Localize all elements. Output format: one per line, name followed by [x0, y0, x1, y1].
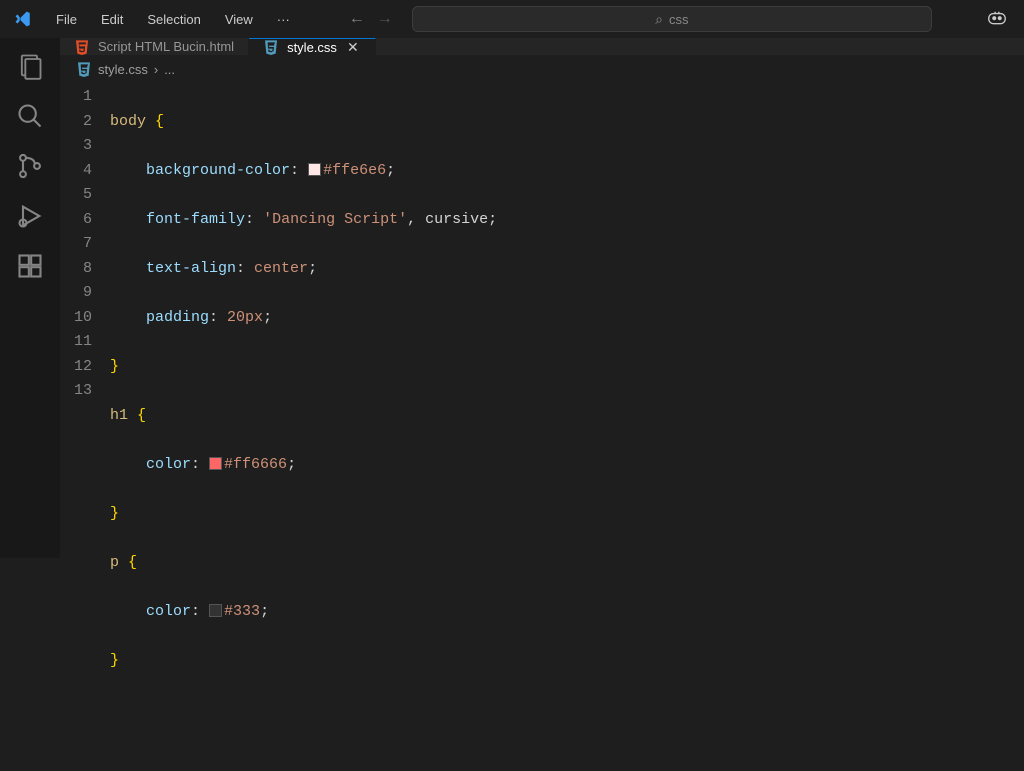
color-swatch-icon[interactable] [209, 604, 222, 617]
source-control-icon[interactable] [16, 152, 44, 180]
line-number: 11 [60, 330, 92, 355]
line-number: 7 [60, 232, 92, 257]
line-number: 6 [60, 208, 92, 233]
breadcrumb-file: style.css [98, 62, 148, 77]
tab-label: Script HTML Bucin.html [98, 39, 234, 54]
code-content[interactable]: body { background-color: #ffe6e6; font-f… [110, 85, 1024, 771]
line-number: 5 [60, 183, 92, 208]
chevron-right-icon: › [154, 62, 158, 77]
search-icon: ⌕ [655, 11, 663, 28]
menu-view[interactable]: View [215, 8, 263, 31]
css3-file-icon [76, 61, 92, 77]
vscode-logo-icon [14, 10, 32, 28]
explorer-icon[interactable] [16, 52, 44, 80]
copilot-icon[interactable] [986, 9, 1008, 29]
menu-edit[interactable]: Edit [91, 8, 133, 31]
extensions-icon[interactable] [16, 252, 44, 280]
breadcrumb[interactable]: style.css › ... [60, 55, 1024, 83]
line-number: 8 [60, 257, 92, 282]
menu-overflow[interactable]: ··· [267, 8, 300, 31]
line-number: 2 [60, 110, 92, 135]
color-swatch-icon[interactable] [308, 163, 321, 176]
line-number: 1 [60, 85, 92, 110]
color-swatch-icon[interactable] [209, 457, 222, 470]
tabs-bar: Script HTML Bucin.html style.css ✕ [60, 38, 1024, 55]
line-number-gutter: 1 2 3 4 5 6 7 8 9 10 11 12 13 [60, 85, 110, 771]
line-number: 3 [60, 134, 92, 159]
line-number: 4 [60, 159, 92, 184]
tab-html-file[interactable]: Script HTML Bucin.html [60, 38, 249, 55]
line-number: 9 [60, 281, 92, 306]
nav-forward-icon[interactable]: → [377, 10, 393, 28]
editor-area[interactable]: 1 2 3 4 5 6 7 8 9 10 11 12 13 body { bac… [60, 83, 1024, 771]
run-debug-icon[interactable] [16, 202, 44, 230]
tab-css-file[interactable]: style.css ✕ [249, 38, 376, 55]
nav-arrows: ← → [349, 10, 393, 28]
line-number: 10 [60, 306, 92, 331]
title-bar: File Edit Selection View ··· ← → ⌕ css [0, 0, 1024, 38]
breadcrumb-more: ... [164, 62, 175, 77]
html5-file-icon [74, 39, 90, 55]
tab-label: style.css [287, 40, 337, 55]
search-text: css [669, 12, 689, 27]
line-number: 12 [60, 355, 92, 380]
menu-selection[interactable]: Selection [137, 8, 210, 31]
css3-file-icon [263, 39, 279, 55]
nav-back-icon[interactable]: ← [349, 10, 365, 28]
close-icon[interactable]: ✕ [345, 39, 361, 55]
editor-group: Script HTML Bucin.html style.css ✕ style… [60, 38, 1024, 558]
activity-bar [0, 38, 60, 558]
line-number: 13 [60, 379, 92, 404]
command-center-search[interactable]: ⌕ css [412, 6, 932, 32]
menu-file[interactable]: File [46, 8, 87, 31]
search-activity-icon[interactable] [16, 102, 44, 130]
